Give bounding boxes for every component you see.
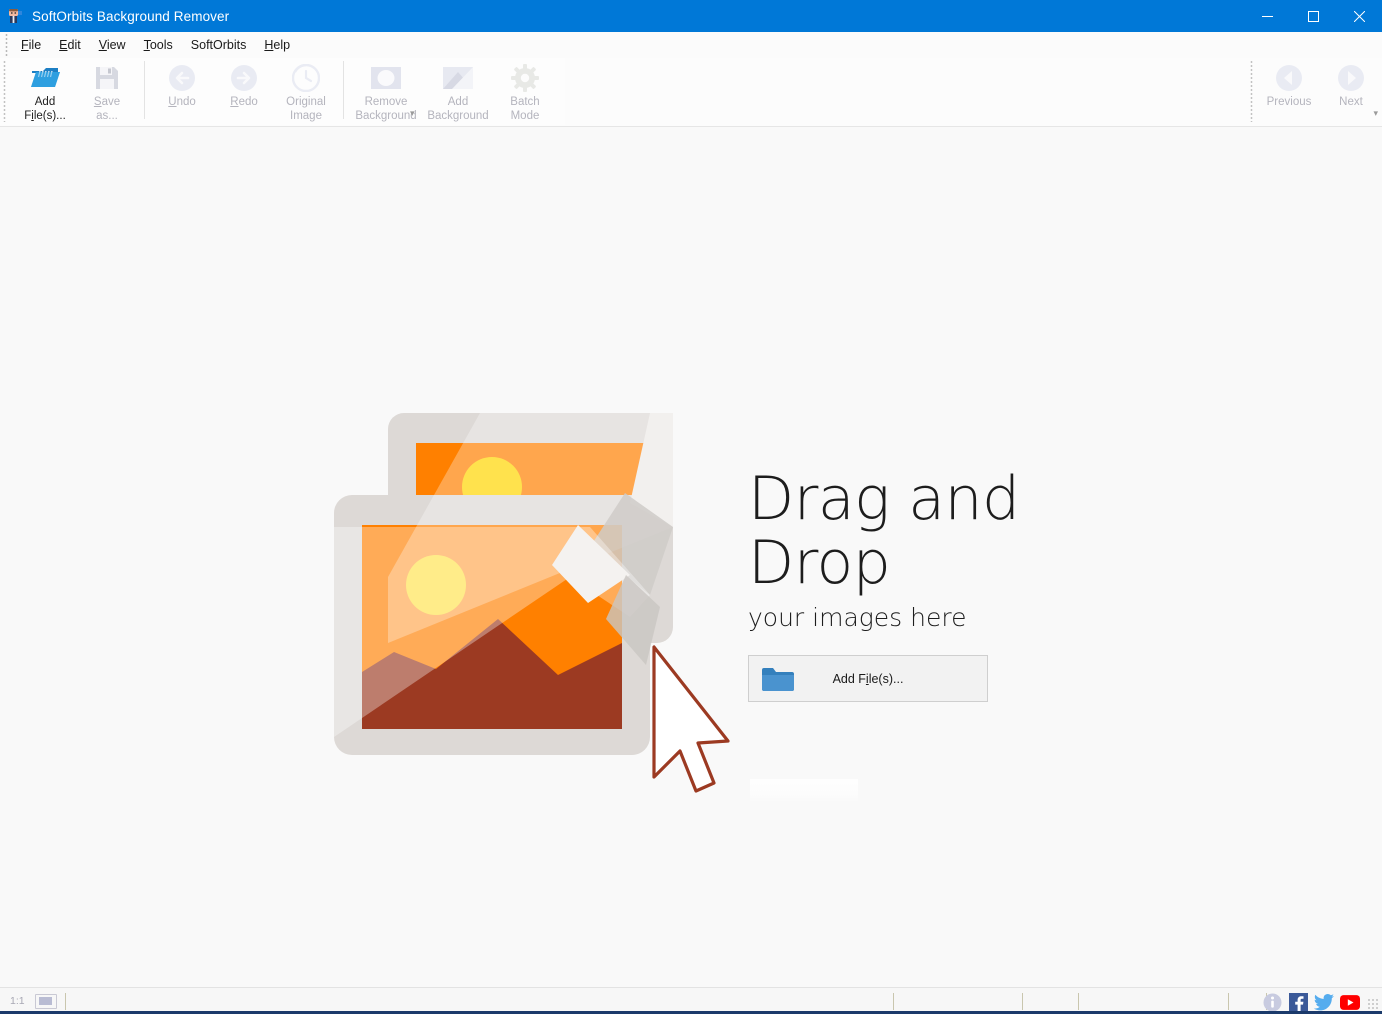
toolbar-original-image-label: Original Image (286, 96, 326, 122)
drop-subtitle: your images here (748, 603, 967, 632)
redo-arrow-icon (228, 62, 260, 94)
ghost-overlay (750, 779, 858, 801)
status-divider (65, 993, 66, 1010)
toolbar-drag-grip[interactable] (3, 60, 10, 122)
undo-arrow-icon (166, 62, 198, 94)
floppy-disk-icon (91, 62, 123, 94)
toolbar-next-label: Next (1339, 96, 1363, 108)
toolbar-undo-label: Undo (168, 96, 196, 108)
toolbar-batch-mode-label: Batch Mode (510, 96, 540, 122)
toolbar-group-navigation: Previous Next ▾ (1247, 58, 1382, 125)
minimize-button[interactable] (1244, 0, 1290, 32)
toolbar-group-file: Add File(s)... Save as... (11, 58, 141, 124)
add-files-button[interactable]: Add File(s)... (748, 655, 988, 702)
drop-title: Drag and Drop (748, 464, 1020, 598)
menu-item-tools[interactable]: Tools (135, 35, 182, 55)
toolbar-group-history: Undo Redo Original Image (148, 58, 340, 124)
toolbar-previous-label: Previous (1266, 96, 1312, 108)
toolbar-remove-background-label: Remove Background (355, 96, 417, 122)
remove-background-icon (370, 62, 402, 94)
facebook-icon[interactable] (1288, 992, 1308, 1012)
two-photos-with-cursor-illustration (330, 407, 730, 802)
resize-grip-icon[interactable] (1367, 998, 1379, 1010)
toolbar-previous-button[interactable]: Previous (1258, 58, 1320, 122)
status-divider (1022, 993, 1023, 1010)
drag-and-drop-zone[interactable]: Drag and Drop your images here Add File(… (330, 407, 1140, 807)
clock-history-icon (290, 62, 322, 94)
toolbar-separator (343, 61, 344, 119)
toolbar-batch-mode-button[interactable]: Batch Mode (494, 58, 556, 123)
toolbar-add-files-label: Add File(s)... (24, 96, 66, 122)
arrow-left-circle-icon (1273, 62, 1305, 94)
arrow-right-circle-icon (1335, 62, 1367, 94)
window-title: SoftOrbits Background Remover (32, 8, 230, 24)
title-bar[interactable]: SoftOrbits Background Remover (0, 0, 1382, 32)
gear-icon (509, 62, 541, 94)
menu-item-edit[interactable]: Edit (50, 35, 90, 55)
status-divider (1228, 993, 1229, 1010)
info-icon[interactable] (1262, 992, 1282, 1012)
toolbar-add-files-button[interactable]: Add File(s)... (14, 58, 76, 123)
toolbar-add-background-button[interactable]: Add Background (422, 58, 494, 123)
navigation-overflow-chevron-down-icon[interactable]: ▾ (1373, 108, 1378, 119)
toolbar-group-background: Remove Background Add Background Batch M… (347, 58, 559, 124)
toolbar-undo-button[interactable]: Undo (151, 58, 213, 122)
toolbar-separator (144, 61, 145, 119)
add-files-button-label: Add File(s)... (832, 671, 904, 686)
status-divider (1078, 993, 1079, 1010)
toolbar-save-as-button[interactable]: Save as... (76, 58, 138, 123)
toolbar: Add File(s)... Save as... Undo Redo Orig… (0, 58, 1382, 127)
status-bar: 1:1 (0, 987, 1382, 1014)
fit-to-screen-icon[interactable] (34, 993, 57, 1009)
toolbar-redo-button[interactable]: Redo (213, 58, 275, 122)
menu-bar: File Edit View Tools SoftOrbits Help (0, 32, 1382, 58)
zoom-level-label: 1:1 (10, 995, 25, 1007)
main-canvas[interactable]: Drag and Drop your images here Add File(… (0, 127, 1382, 987)
toolbar-overflow-chevron-down-icon[interactable]: ▾ (410, 108, 415, 119)
app-icon (7, 8, 23, 24)
menu-item-softorbits[interactable]: SoftOrbits (182, 35, 256, 55)
add-background-icon (442, 62, 474, 94)
menu-item-help[interactable]: Help (255, 35, 299, 55)
menu-item-view[interactable]: View (90, 35, 135, 55)
maximize-button[interactable] (1290, 0, 1336, 32)
menu-item-file[interactable]: File (12, 35, 50, 55)
navigation-drag-grip[interactable] (1250, 60, 1257, 122)
social-links (1262, 992, 1360, 1012)
toolbar-original-image-button[interactable]: Original Image (275, 58, 337, 123)
toolbar-save-as-label: Save as... (93, 96, 121, 122)
drop-text-block: Drag and Drop your images here Add File(… (748, 467, 1140, 702)
menu-drag-grip[interactable] (3, 34, 10, 56)
status-divider (893, 993, 894, 1010)
toolbar-add-background-label: Add Background (427, 96, 489, 122)
window-controls (1244, 0, 1382, 32)
close-button[interactable] (1336, 0, 1382, 32)
open-folder-icon (29, 62, 61, 94)
youtube-icon[interactable] (1340, 992, 1360, 1012)
twitter-icon[interactable] (1314, 992, 1334, 1012)
toolbar-redo-label: Redo (230, 96, 258, 108)
